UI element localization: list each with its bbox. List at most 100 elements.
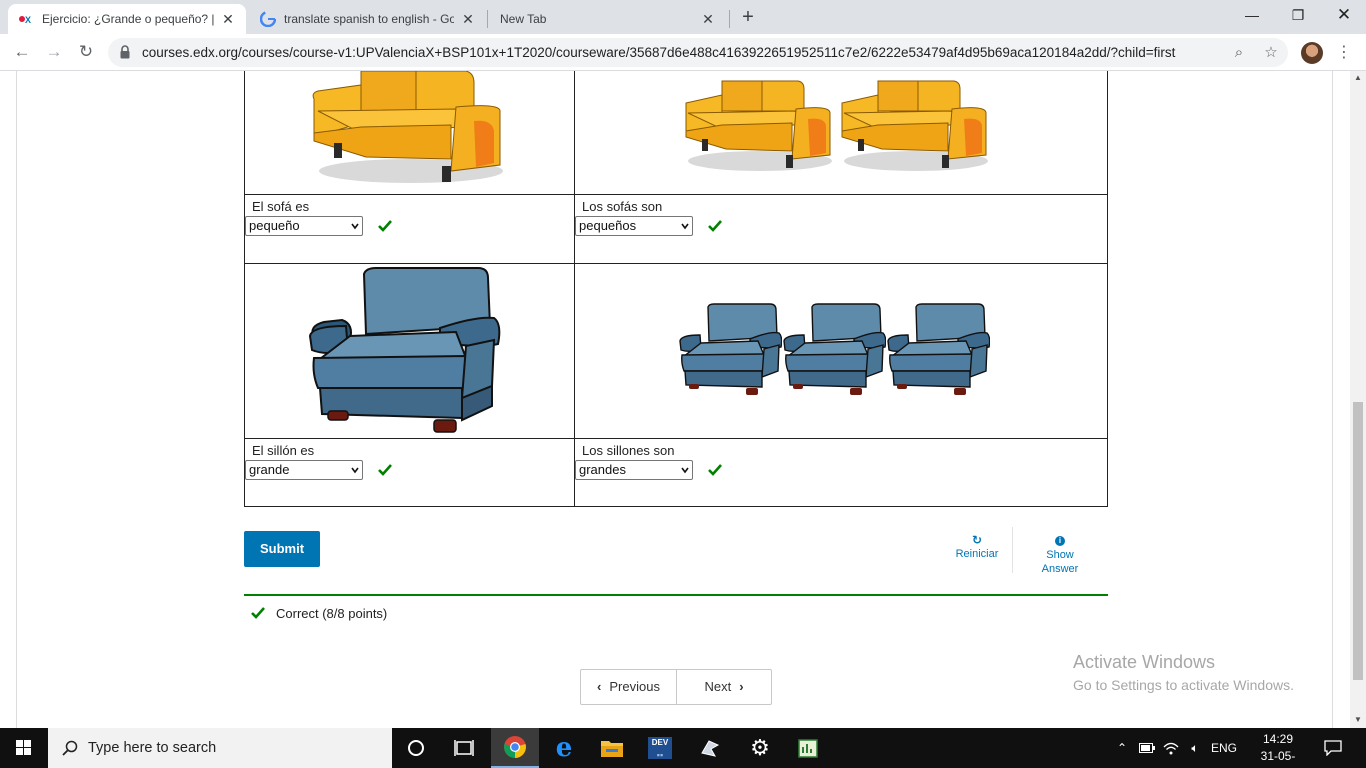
- info-icon: i: [1055, 536, 1065, 546]
- sentence-label-armchairs: Los sillones son: [582, 443, 675, 458]
- star-icon[interactable]: ☆: [1261, 43, 1281, 63]
- chevron-down-icon: [681, 223, 689, 230]
- select-value: grande: [249, 462, 290, 477]
- correct-check-icon: [251, 607, 265, 619]
- page-viewport: El sofá es pequeño Los sofás son pequeño…: [0, 71, 1350, 728]
- back-icon[interactable]: ←: [10, 40, 34, 64]
- settings-gear-icon[interactable]: ⚙: [736, 728, 784, 768]
- app-bird-icon[interactable]: [686, 728, 734, 768]
- sentence-label-armchair: El sillón es: [252, 443, 315, 458]
- dev-tool-icon[interactable]: DEV ▪▪: [636, 728, 684, 768]
- profile-avatar[interactable]: [1301, 42, 1323, 64]
- tab-edx[interactable]: X Ejercicio: ¿Grande o pequeño? | C ✕: [8, 4, 246, 34]
- select-value: pequeños: [579, 218, 637, 233]
- next-button[interactable]: Next ›: [677, 670, 771, 704]
- battery-icon[interactable]: [1136, 728, 1158, 768]
- cortana-icon[interactable]: [392, 728, 440, 768]
- close-tab-icon[interactable]: ✕: [700, 11, 716, 28]
- volume-icon[interactable]: 🔈︎: [1184, 728, 1206, 768]
- big-blue-armchair-image: [308, 267, 501, 433]
- show-answer-button[interactable]: i Show Answer: [1030, 533, 1090, 576]
- file-explorer-icon[interactable]: [588, 728, 636, 768]
- activate-windows-subtitle: Go to Settings to activate Windows.: [1073, 677, 1294, 693]
- previous-button[interactable]: ‹ Previous: [581, 670, 676, 704]
- wifi-icon[interactable]: [1160, 728, 1182, 768]
- chevron-down-icon: [351, 467, 359, 474]
- edge-icon[interactable]: e: [540, 728, 588, 768]
- language-indicator[interactable]: ENG: [1208, 728, 1240, 768]
- correct-check-icon: [378, 220, 392, 232]
- url-text: courses.edx.org/courses/course-v1:UPVale…: [142, 45, 1176, 60]
- minimize-icon[interactable]: —: [1229, 4, 1275, 28]
- search-icon: [62, 740, 78, 756]
- start-button[interactable]: [0, 728, 48, 768]
- spreadsheet-app-icon[interactable]: [784, 728, 832, 768]
- answer-select-sofa[interactable]: pequeño: [245, 216, 363, 236]
- tab-newtab[interactable]: New Tab ✕: [490, 4, 726, 34]
- reload-icon[interactable]: ↻: [74, 40, 98, 64]
- chevron-down-icon: [351, 223, 359, 230]
- correct-check-icon: [378, 464, 392, 476]
- sequence-pager: ‹ Previous Next ›: [580, 669, 772, 705]
- sentence-label-sofa: El sofá es: [252, 199, 310, 214]
- google-favicon-icon: [260, 11, 276, 27]
- sentence-label-sofas: Los sofás son: [582, 199, 663, 214]
- zoom-icon[interactable]: ⌕: [1229, 43, 1249, 63]
- close-window-icon[interactable]: ✕: [1321, 4, 1366, 28]
- answer-select-sofas[interactable]: pequeños: [575, 216, 693, 236]
- close-tab-icon[interactable]: ✕: [220, 11, 236, 28]
- tab-divider: [487, 10, 488, 28]
- status-message: Correct (8/8 points): [276, 606, 388, 621]
- reset-button[interactable]: ↻ Reiniciar: [948, 533, 1006, 561]
- windows-taskbar: Type here to search e DEV ▪▪ ⚙ ⌃ 🔈︎ ENG 1…: [0, 728, 1366, 768]
- chevron-left-icon: ‹: [597, 679, 602, 694]
- previous-label: Previous: [609, 679, 660, 694]
- answer-select-armchair[interactable]: grande: [245, 460, 363, 480]
- task-view-icon[interactable]: [440, 728, 488, 768]
- address-bar[interactable]: courses.edx.org/courses/course-v1:UPVale…: [108, 38, 1288, 67]
- tab-google[interactable]: translate spanish to english - Goo ✕: [250, 4, 486, 34]
- chevron-down-icon: [681, 467, 689, 474]
- reset-label: Reiniciar: [955, 548, 999, 560]
- chrome-icon[interactable]: [491, 728, 539, 768]
- forward-icon[interactable]: →: [42, 40, 66, 64]
- table-column-divider: [574, 71, 575, 507]
- table-row-divider: [244, 263, 1108, 264]
- svg-text:X: X: [25, 15, 31, 24]
- scroll-thumb[interactable]: [1353, 402, 1363, 680]
- tab-title: Ejercicio: ¿Grande o pequeño? | C: [42, 12, 214, 26]
- tab-title: New Tab: [500, 12, 547, 26]
- select-value: pequeño: [249, 218, 300, 233]
- blue-armchair-small-2-image: [783, 303, 886, 395]
- scroll-up-icon[interactable]: ▲: [1354, 74, 1362, 82]
- restore-icon[interactable]: ❐: [1275, 4, 1321, 28]
- address-toolbar: ← → ↻ courses.edx.org/courses/course-v1:…: [0, 34, 1366, 71]
- windows-logo-icon: [16, 740, 31, 755]
- blue-armchair-small-1-image: [679, 303, 782, 395]
- edx-favicon-icon: X: [18, 11, 34, 27]
- status-rule: [244, 594, 1108, 596]
- lock-icon: [120, 45, 130, 59]
- taskbar-clock[interactable]: 14:29 31-05-2020: [1248, 731, 1308, 768]
- answer-select-armchairs[interactable]: grandes: [575, 460, 693, 480]
- scroll-down-icon[interactable]: ▼: [1354, 716, 1362, 724]
- table-row-divider: [244, 438, 1108, 439]
- chevron-right-icon: ›: [739, 679, 744, 694]
- taskbar-search-box[interactable]: Type here to search: [48, 728, 392, 768]
- single-yellow-sofa-image: [312, 71, 503, 183]
- page-scrollbar[interactable]: ▲ ▼: [1350, 71, 1366, 728]
- correct-check-icon: [708, 464, 722, 476]
- blue-armchair-small-3-image: [887, 303, 990, 395]
- close-tab-icon[interactable]: ✕: [460, 11, 476, 28]
- clock-time: 14:29: [1262, 732, 1294, 746]
- action-divider: [1012, 527, 1013, 573]
- show-hidden-icons-icon[interactable]: ⌃: [1112, 728, 1132, 768]
- next-label: Next: [704, 679, 732, 694]
- new-tab-button[interactable]: +: [736, 6, 760, 30]
- menu-icon[interactable]: ⋮: [1336, 42, 1352, 64]
- notifications-icon[interactable]: [1318, 728, 1348, 768]
- search-placeholder: Type here to search: [88, 740, 217, 756]
- tab-strip: X Ejercicio: ¿Grande o pequeño? | C ✕ tr…: [0, 0, 1366, 34]
- yellow-sofa-left-image: [685, 80, 832, 171]
- submit-button[interactable]: Submit: [244, 531, 320, 567]
